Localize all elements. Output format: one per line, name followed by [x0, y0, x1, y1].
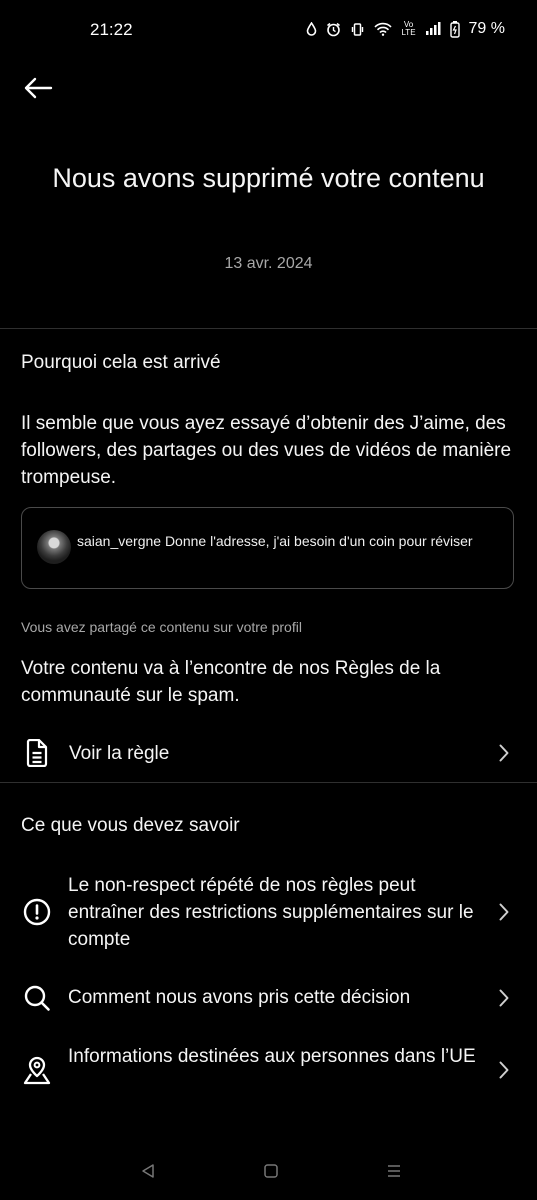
- battery-percent: 79 %: [468, 20, 505, 37]
- system-nav-bar: [0, 1140, 537, 1200]
- repeated-violations-row[interactable]: Le non-respect répété de nos règles peut…: [0, 866, 537, 958]
- alarm-icon: [326, 22, 341, 37]
- content-preview-card[interactable]: saian_vergne Donne l'adresse, j'ai besoi…: [21, 507, 514, 589]
- reason-text: Il semble que vous ayez essayé d’obtenir…: [21, 413, 512, 488]
- section-divider: [0, 328, 537, 329]
- location-pin-icon: [22, 1055, 52, 1085]
- avatar: [37, 530, 71, 564]
- status-icons: Vo LTE 79 %: [306, 20, 505, 38]
- document-icon: [22, 738, 52, 768]
- vibrate-icon: [350, 22, 365, 37]
- section-divider: [0, 782, 537, 783]
- violation-text: Votre contenu va à l’encontre de nos Règ…: [21, 658, 441, 706]
- square-home-icon: [264, 1164, 278, 1178]
- wifi-icon: [374, 22, 393, 36]
- repeated-violations-label: Le non-respect répété de nos règles peut…: [68, 875, 474, 950]
- triangle-back-icon: [142, 1164, 154, 1178]
- chevron-right-icon: [497, 1060, 511, 1080]
- search-icon: [22, 983, 52, 1013]
- shared-note: Vous avez partagé ce contenu sur votre p…: [21, 619, 302, 635]
- view-rule-label: Voir la règle: [69, 743, 170, 764]
- content-preview-text: saian_vergne Donne l'adresse, j'ai besoi…: [77, 533, 473, 549]
- decision-info-label: Comment nous avons pris cette décision: [68, 987, 411, 1008]
- water-drop-icon: [306, 22, 317, 36]
- know-heading: Ce que vous devez savoir: [21, 815, 240, 836]
- status-time: 21:22: [90, 20, 133, 39]
- eu-info-row[interactable]: Informations destinées aux personnes dan…: [0, 1038, 537, 1104]
- chevron-right-icon: [497, 743, 511, 763]
- page-title: Nous avons supprimé votre contenu: [52, 163, 485, 193]
- nav-back-button[interactable]: [133, 1160, 163, 1182]
- decision-info-row[interactable]: Comment nous avons pris cette décision: [0, 972, 537, 1024]
- view-rule-row[interactable]: Voir la règle: [0, 727, 537, 779]
- network-bottom-label: LTE: [401, 28, 416, 37]
- back-button[interactable]: [18, 68, 58, 108]
- removal-date: 13 avr. 2024: [224, 255, 313, 272]
- volte-indicator: Vo LTE: [401, 21, 415, 37]
- nav-home-button[interactable]: [256, 1160, 286, 1182]
- chevron-right-icon: [497, 902, 511, 922]
- eu-info-label: Informations destinées aux personnes dan…: [68, 1046, 476, 1067]
- menu-recents-icon: [388, 1165, 400, 1177]
- nav-recents-button[interactable]: [379, 1160, 409, 1182]
- battery-icon: [449, 20, 460, 38]
- why-heading: Pourquoi cela est arrivé: [21, 352, 221, 373]
- exclamation-circle-icon: [22, 897, 52, 927]
- back-arrow-icon: [24, 77, 53, 99]
- signal-icon: [425, 22, 441, 36]
- chevron-right-icon: [497, 988, 511, 1008]
